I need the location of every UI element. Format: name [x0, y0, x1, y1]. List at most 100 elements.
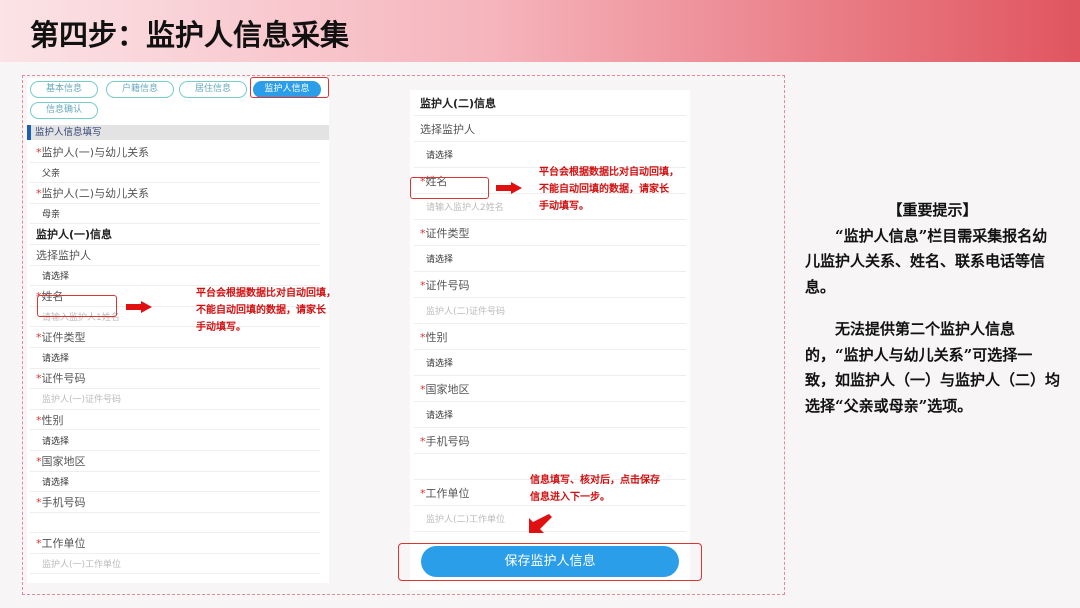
form-row[interactable]: 请选择	[30, 348, 320, 369]
field-select[interactable]: 请选择	[36, 475, 69, 488]
row-text: 监护人(一)信息	[36, 228, 113, 242]
field-select[interactable]: 请选择	[420, 148, 453, 161]
form-row[interactable]: 请选择	[414, 402, 686, 428]
form-row: *工作单位	[30, 533, 320, 554]
row-text: 国家地区	[41, 454, 86, 468]
form-row[interactable]: 监护人(一)证件号码	[30, 389, 320, 410]
tab-residence-info[interactable]: 居住信息	[179, 81, 247, 98]
form-row[interactable]: 父亲	[30, 163, 320, 184]
form-row: 选择监护人	[30, 245, 320, 266]
row-text: 请选择	[42, 271, 70, 282]
field-label: *监护人(二)与幼儿关系	[36, 185, 149, 201]
form-row: *性别	[414, 324, 686, 350]
field-select[interactable]: 请选择	[420, 356, 453, 369]
field-label: *证件号码	[36, 370, 86, 386]
form-row: *手机号码	[414, 428, 686, 454]
arrow-right-icon	[496, 182, 522, 194]
field-input[interactable]: 监护人(二)证件号码	[420, 304, 505, 317]
row-text: 请选择	[426, 255, 454, 265]
field-label: *手机号码	[36, 494, 86, 510]
field-label: *证件号码	[420, 277, 470, 293]
field-input[interactable]: 请输入监护人2姓名	[420, 200, 504, 213]
note-line: 不能自动回填的数据，请家长	[196, 305, 326, 316]
row-text: 请选择	[42, 436, 70, 447]
group-title: 监护人(一)信息	[36, 226, 112, 242]
section-title: 监护人信息填写	[27, 125, 329, 140]
tab-confirm-info[interactable]: 信息确认	[30, 102, 98, 119]
tips-heading: 【重要提示】	[887, 201, 978, 219]
arrow-right-icon	[126, 301, 152, 313]
row-text: 证件类型	[41, 331, 86, 345]
form-row: 选择监护人	[414, 116, 686, 142]
field-select[interactable]: 请选择	[420, 408, 453, 421]
form-row[interactable]	[30, 513, 320, 534]
form-row[interactable]: 母亲	[30, 204, 320, 225]
row-text: 监护人(二)证件号码	[426, 307, 506, 317]
form-row: *手机号码	[30, 492, 320, 513]
field-label: *性别	[420, 329, 448, 345]
field-label: *证件类型	[420, 225, 470, 241]
row-text: 监护人(一)证件号码	[42, 395, 122, 406]
row-text: 请选择	[42, 477, 70, 488]
field-select[interactable]: 请选择	[36, 269, 69, 282]
form-row: 监护人(一)信息	[30, 224, 320, 245]
row-text: 请选择	[426, 411, 454, 421]
row-text: 监护人(一)与幼儿关系	[41, 145, 150, 159]
row-text: 监护人(二)与幼儿关系	[41, 186, 150, 200]
row-text: 母亲	[42, 210, 61, 221]
form-row: *证件号码	[414, 272, 686, 298]
row-text: 国家地区	[425, 382, 470, 396]
note-line: 信息进入下一步。	[530, 492, 610, 503]
important-tips: 【重要提示】 “监护人信息”栏目需采集报名幼儿监护人关系、姓名、联系电话等信息。…	[805, 198, 1060, 419]
field-select[interactable]: 请选择	[36, 351, 69, 364]
form-row[interactable]: 请选择	[30, 430, 320, 451]
group-title: 监护人(二)信息	[420, 95, 496, 111]
field-select[interactable]: 请选择	[420, 252, 453, 265]
field-input[interactable]: 监护人(一)证件号码	[36, 392, 121, 405]
field-select[interactable]: 请选择	[36, 434, 69, 447]
row-text: 证件类型	[425, 226, 470, 240]
autofill-note-2: 平台会根据数据比对自动回填， 不能自动回填的数据，请家长 手动填写。	[539, 164, 679, 215]
row-text: 证件号码	[41, 372, 86, 386]
row-text: 手机号码	[41, 495, 86, 509]
tab-household-info[interactable]: 户籍信息	[106, 81, 174, 98]
form-row: *国家地区	[414, 376, 686, 402]
field-label: 选择监护人	[36, 247, 91, 263]
row-text: 请选择	[426, 151, 454, 161]
save-note: 信息填写、核对后，点击保存 信息进入下一步。	[530, 472, 660, 506]
row-text: 监护人(二)信息	[420, 96, 497, 110]
field-label: *监护人(一)与幼儿关系	[36, 144, 149, 160]
save-guardian-info-button[interactable]: 保存监护人信息	[421, 546, 679, 577]
row-text: 监护人(二)工作单位	[426, 515, 506, 525]
arrow-down-left-icon	[529, 514, 552, 533]
form-row[interactable]: 请选择	[414, 246, 686, 272]
slide-title: 第四步：监护人信息采集	[30, 18, 350, 52]
row-text: 手机号码	[425, 434, 470, 448]
note-line: 平台会根据数据比对自动回填，	[539, 167, 679, 178]
form-row: *监护人(一)与幼儿关系	[30, 142, 320, 163]
form-row[interactable]: 请选择	[414, 350, 686, 376]
form-row: 监护人(二)信息	[414, 90, 686, 116]
tab-basic-info[interactable]: 基本信息	[30, 81, 98, 98]
note-line: 手动填写。	[196, 322, 246, 333]
field-input[interactable]: 监护人(二)工作单位	[420, 512, 505, 525]
autofill-note-1: 平台会根据数据比对自动回填， 不能自动回填的数据，请家长 手动填写。	[196, 285, 336, 336]
field-select[interactable]: 父亲	[36, 166, 60, 179]
form-row[interactable]: 请选择	[30, 472, 320, 493]
row-text: 父亲	[42, 168, 61, 179]
row-text: 工作单位	[425, 486, 470, 500]
note-line: 不能自动回填的数据，请家长	[539, 184, 669, 195]
form-row[interactable]: 请选择	[30, 266, 320, 287]
note-line: 信息填写、核对后，点击保存	[530, 475, 660, 486]
row-text: 证件号码	[425, 278, 470, 292]
field-label: *性别	[36, 412, 64, 428]
highlight-name-field-2	[410, 177, 489, 199]
form-row[interactable]: 监护人(一)工作单位	[30, 554, 320, 575]
form-row[interactable]: 监护人(二)证件号码	[414, 298, 686, 324]
guardian1-form: *监护人(一)与幼儿关系父亲 *监护人(二)与幼儿关系母亲监护人(一)信息 选择监护…	[30, 142, 320, 575]
highlight-guardian-tab	[250, 77, 329, 98]
field-input[interactable]: 监护人(一)工作单位	[36, 557, 121, 570]
field-select[interactable]: 母亲	[36, 207, 60, 220]
form-row: *性别	[30, 410, 320, 431]
tips-paragraph-2: 无法提供第二个监护人信息的，“监护人与幼儿关系”可选择一致，如监护人（一）与监护…	[805, 320, 1061, 415]
